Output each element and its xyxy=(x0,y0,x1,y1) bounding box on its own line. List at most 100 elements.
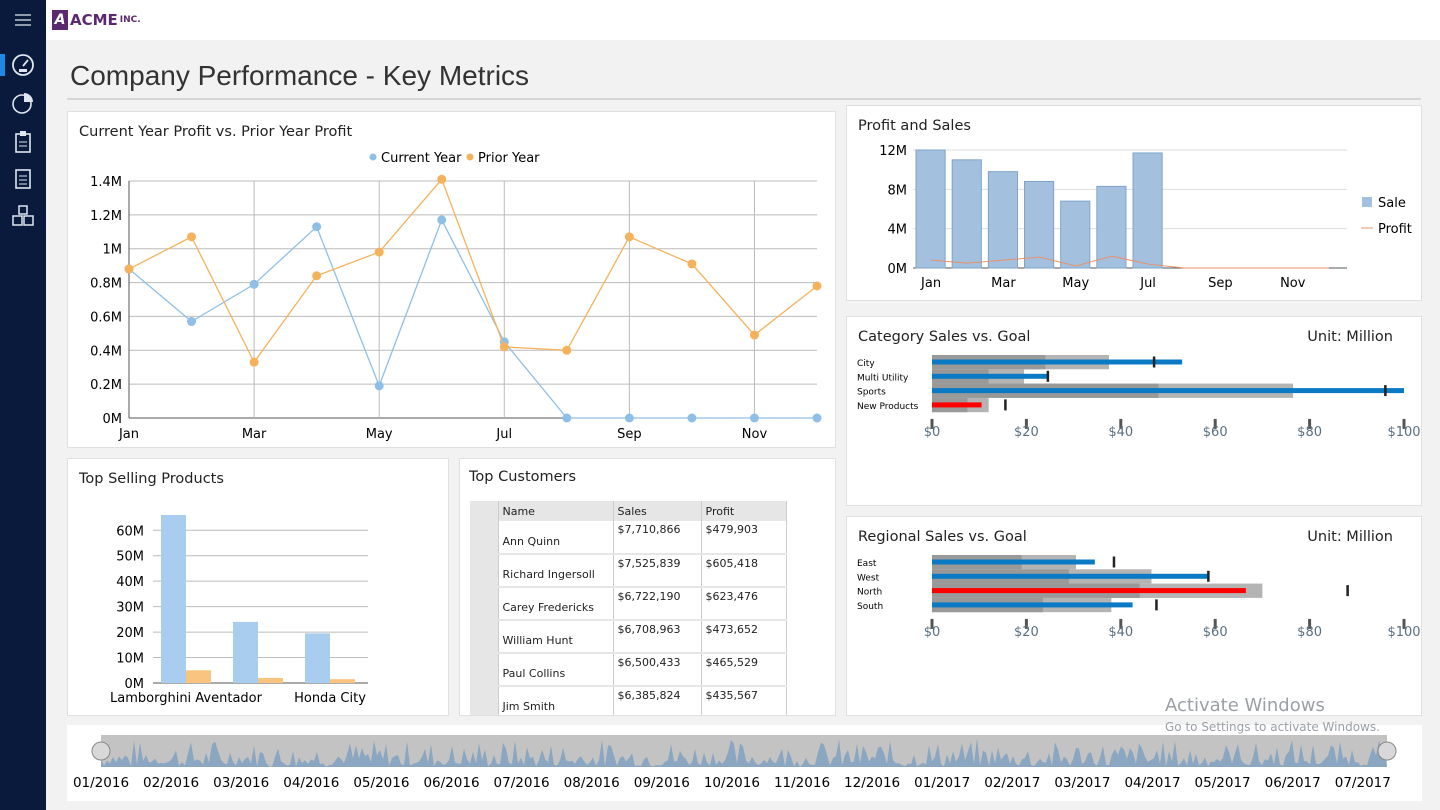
timeline-tick-label: 06/2017 xyxy=(1265,775,1321,791)
timeline-tick-label: 02/2017 xyxy=(984,775,1040,791)
timeline-tick-label: 01/2016 xyxy=(73,775,129,791)
y-tick-label: 20M xyxy=(116,626,144,641)
sidebar xyxy=(0,0,46,810)
x-tick-label: $100 xyxy=(1387,425,1420,440)
cell-sales: $7,710,866 xyxy=(613,521,702,555)
row-header[interactable] xyxy=(470,686,499,715)
watermark-line2: Go to Settings to activate Windows. xyxy=(1165,720,1380,734)
logo-mark-icon: A xyxy=(52,10,68,30)
product-bar xyxy=(161,515,186,683)
x-tick-label: $40 xyxy=(1108,425,1133,440)
value-bar xyxy=(932,588,1246,594)
table-row[interactable]: Ann Quinn $7,710,866 $479,903 xyxy=(470,521,787,555)
value-bar xyxy=(932,402,982,408)
row-header[interactable] xyxy=(470,587,499,621)
x-tick-label: Jul xyxy=(1139,276,1156,291)
logo[interactable]: A ACME INC. xyxy=(52,10,141,30)
target-marker xyxy=(1004,399,1007,411)
cell-name: Richard Ingersoll xyxy=(498,554,614,588)
data-point xyxy=(124,264,134,274)
checklist-icon[interactable] xyxy=(0,163,46,193)
menu-icon[interactable] xyxy=(0,5,46,35)
x-tick-label: Jan xyxy=(118,427,139,442)
cell-sales: $6,500,433 xyxy=(613,653,702,687)
product-bar xyxy=(305,633,330,683)
y-tick-label: 0.6M xyxy=(90,310,122,325)
data-point xyxy=(437,174,447,184)
x-tick-label: Honda City xyxy=(294,691,366,706)
x-tick-label: Sep xyxy=(617,427,642,442)
data-point xyxy=(374,247,384,257)
value-bar xyxy=(932,359,1183,365)
table-row[interactable]: William Hunt $6,708,963 $473,652 xyxy=(470,620,787,654)
data-point xyxy=(249,357,259,367)
cell-sales: $7,525,839 xyxy=(613,554,702,588)
timeline-range-selector[interactable]: 01/2016 02/2016 03/2016 04/2016 05/2016 06/20… xyxy=(67,725,1422,801)
top-products-chart: 0M 10M 20M 30M 40M 50M 60M Lamborghini Aventado… xyxy=(110,515,368,706)
profit-vs-prior-panel: Current Year Profit vs. Prior Year Profi… xyxy=(67,111,836,448)
regional-goal-panel: Regional Sales vs. Goal Unit: Million Ea… xyxy=(846,516,1422,716)
data-point xyxy=(437,215,447,225)
x-tick-label: $20 xyxy=(1014,625,1039,640)
clipboard-icon[interactable] xyxy=(0,127,46,157)
pie-chart-icon[interactable] xyxy=(0,88,46,118)
timeline-panel: 01/2016 02/2016 03/2016 04/2016 05/2016 06/20… xyxy=(67,725,1422,801)
y-tick-label: 12M xyxy=(879,144,907,159)
sale-bar xyxy=(987,171,1018,269)
top-products-panel: Top Selling Products 0M 10M 20M 30M 40M 50M 60… xyxy=(67,458,449,716)
timeline-tick-label: 05/2017 xyxy=(1195,775,1251,791)
x-tick-label: $60 xyxy=(1203,625,1228,640)
x-tick-label: $40 xyxy=(1108,625,1133,640)
row-label: West xyxy=(857,573,880,583)
row-header[interactable] xyxy=(470,521,499,555)
column-header-profit[interactable]: Profit xyxy=(701,501,787,521)
panel-title: Top Customers xyxy=(469,469,577,485)
cell-sales: $6,722,190 xyxy=(613,587,702,621)
target-marker xyxy=(1046,370,1050,382)
table-header-row: Name Sales Profit xyxy=(470,501,787,521)
y-tick-label: 0M xyxy=(125,677,145,692)
row-header[interactable] xyxy=(470,653,499,687)
range-handle[interactable] xyxy=(91,741,111,761)
column-header-name[interactable]: Name xyxy=(498,501,614,521)
y-tick-label: 1M xyxy=(103,243,123,258)
cell-profit: $465,529 xyxy=(701,653,787,687)
row-header-corner xyxy=(470,501,499,521)
series-line xyxy=(128,178,818,364)
dashboard-gauge-icon[interactable] xyxy=(0,50,46,80)
table-row[interactable]: Jim Smith $6,385,824 $435,567 xyxy=(470,686,787,715)
row-label: Multi Utility xyxy=(857,373,909,383)
legend-marker xyxy=(466,153,474,161)
title-divider xyxy=(67,98,1421,100)
row-header[interactable] xyxy=(470,620,499,654)
blocks-icon[interactable] xyxy=(0,201,46,231)
y-tick-label: 1.4M xyxy=(90,175,122,190)
x-tick-label: May xyxy=(366,427,393,442)
table-row[interactable]: Carey Fredericks $6,722,190 $623,476 xyxy=(470,587,787,621)
timeline-tick-label: 04/2017 xyxy=(1124,775,1180,791)
data-point xyxy=(749,330,759,340)
logo-text: ACME xyxy=(70,11,118,29)
cell-sales: $6,385,824 xyxy=(613,686,702,715)
y-tick-label: 30M xyxy=(116,601,144,616)
legend-label: Current Year xyxy=(381,151,462,166)
cell-sales: $6,708,963 xyxy=(613,620,702,654)
data-point xyxy=(812,413,822,423)
range-handle[interactable] xyxy=(1377,741,1397,761)
table-row[interactable]: Paul Collins $6,500,433 $465,529 xyxy=(470,653,787,687)
data-point xyxy=(187,317,197,327)
data-point xyxy=(249,279,259,289)
data-point xyxy=(812,281,822,291)
table-row[interactable]: Richard Ingersoll $7,525,839 $605,418 xyxy=(470,554,787,588)
profit-sales-chart: 0M 4M 8M 12M Jan Mar May Jul Sep Nov Sale Profit xyxy=(879,144,1412,291)
target-marker xyxy=(1155,599,1158,611)
timeline-tick-label: 07/2016 xyxy=(494,775,550,791)
x-tick-label: $0 xyxy=(924,425,941,440)
top-customers-panel: Top Customers Name Sales Profit Ann Quin… xyxy=(459,458,836,716)
row-header[interactable] xyxy=(470,554,499,588)
column-header-sales[interactable]: Sales xyxy=(613,501,702,521)
x-tick-label: Mar xyxy=(242,427,267,442)
timeline-tick-label: 05/2016 xyxy=(353,775,409,791)
profit-sales-panel: Profit and Sales 0M 4M 8M 12M Jan Mar May Jul Se… xyxy=(846,105,1422,301)
x-tick-label: Nov xyxy=(742,427,768,442)
